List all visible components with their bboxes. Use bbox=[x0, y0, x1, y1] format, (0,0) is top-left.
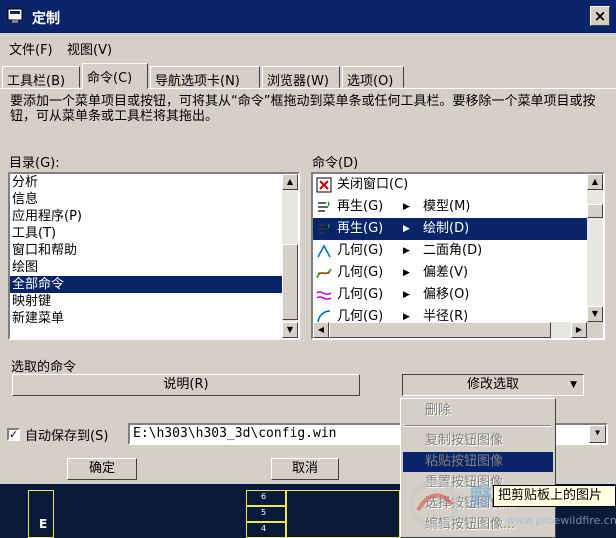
command-item[interactable]: 几何(G) ▶ 二面角(D) bbox=[313, 240, 603, 262]
scroll-corner bbox=[587, 322, 603, 338]
ok-button[interactable]: 确定 bbox=[67, 458, 137, 480]
category-item[interactable]: 应用程序(P) bbox=[10, 208, 298, 225]
modify-selection-label: 修改选取 bbox=[466, 377, 519, 392]
close-window-icon bbox=[316, 177, 332, 193]
command-label: 关闭窗口(C) bbox=[337, 177, 409, 192]
category-item[interactable]: 全部命令 bbox=[10, 276, 298, 293]
category-item[interactable]: 分析 bbox=[10, 174, 298, 191]
watermark-url: www.proewildfire.cn bbox=[506, 514, 616, 527]
submenu-arrow-icon: ▶ bbox=[403, 202, 410, 212]
command-item[interactable]: 再生(G) ▶ 模型(M) bbox=[313, 196, 603, 218]
submenu-arrow-icon: ▶ bbox=[403, 268, 410, 278]
instruction-text: 要添加一个菜单项目或按钮，可将其从“命令”框拖动到菜单条或任何工具栏。要移除一个… bbox=[10, 94, 596, 124]
watermark-logo-icon bbox=[409, 479, 459, 529]
title-bar[interactable]: 定制 × bbox=[0, 0, 616, 33]
menu-view[interactable]: 视图(V) bbox=[67, 39, 112, 58]
command-item[interactable]: 几何(G) ▶ 偏移(O) bbox=[313, 284, 603, 306]
commands-label: 命令(D) bbox=[312, 156, 359, 171]
categories-label: 目录(G): bbox=[9, 156, 60, 171]
tab-navigator[interactable]: 导航选项卡(N) bbox=[150, 66, 260, 89]
category-item[interactable]: 信息 bbox=[10, 191, 298, 208]
deviation-icon bbox=[316, 268, 332, 279]
category-item[interactable]: 窗口和帮助 bbox=[10, 242, 298, 259]
zone-letter: E bbox=[39, 517, 48, 531]
modify-selection-button[interactable]: 修改选取 ▼ bbox=[402, 374, 584, 396]
menu-file[interactable]: 文件(F) bbox=[9, 39, 53, 58]
commands-vscrollbar[interactable]: ▲ ▼ bbox=[587, 174, 603, 322]
scroll-down-icon[interactable]: ▼ bbox=[282, 322, 298, 338]
cancel-button[interactable]: 取消 bbox=[271, 458, 339, 480]
categories-list[interactable]: 分析 信息 应用程序(P) 工具(T) 窗口和帮助 绘图 全部命令 映射键 新建菜单 ▲ ▼ bbox=[8, 172, 300, 340]
regenerate-icon bbox=[318, 201, 330, 212]
categories-items: 分析 信息 应用程序(P) 工具(T) 窗口和帮助 绘图 全部命令 映射键 新建菜单 bbox=[10, 174, 298, 327]
describe-button[interactable]: 说明(R) bbox=[12, 374, 360, 396]
tooltip: 把剪贴板上的图片 bbox=[493, 485, 616, 507]
tab-options[interactable]: 选项(O) bbox=[342, 66, 404, 89]
drawing-zone: E bbox=[28, 490, 54, 538]
category-item[interactable]: 映射键 bbox=[10, 293, 298, 310]
scroll-left-icon[interactable]: ◀ bbox=[313, 322, 329, 338]
command-item[interactable]: 关闭窗口(C) bbox=[313, 174, 603, 196]
command-label: 再生(G) bbox=[337, 199, 384, 214]
checkmark-icon: ✓ bbox=[9, 428, 19, 441]
offset-icon bbox=[316, 291, 332, 300]
menu-copy-button-image[interactable]: 复制按钮图像 bbox=[403, 431, 553, 451]
tab-commands[interactable]: 命令(C) bbox=[82, 63, 148, 89]
dihedral-angle-icon bbox=[317, 244, 331, 258]
close-icon: × bbox=[593, 7, 607, 25]
tab-browser[interactable]: 浏览器(W) bbox=[262, 66, 340, 89]
category-item[interactable]: 工具(T) bbox=[10, 225, 298, 242]
dropdown-arrow-icon[interactable]: ▼ bbox=[589, 425, 606, 443]
drawing-cell: 6 bbox=[246, 490, 286, 506]
menu-paste-button-image[interactable]: 粘贴按钮图像 bbox=[403, 452, 553, 472]
submenu-arrow-icon: ▶ bbox=[403, 290, 410, 300]
drawing-cell: 5 bbox=[246, 506, 286, 522]
commands-list[interactable]: 关闭窗口(C) 再生(G) ▶ 模型(M) 再生(G) ▶ 绘制(D) 几何(G) ▶ 二面角(D… bbox=[311, 172, 605, 340]
command-sublabel: 模型(M) bbox=[423, 199, 471, 214]
commands-items: 关闭窗口(C) 再生(G) ▶ 模型(M) 再生(G) ▶ 绘制(D) 几何(G) ▶ 二面角(D… bbox=[313, 174, 603, 328]
drawing-cell bbox=[286, 490, 400, 538]
command-label: 几何(G) bbox=[337, 243, 384, 258]
submenu-arrow-icon: ▶ bbox=[403, 246, 410, 256]
close-button[interactable]: × bbox=[590, 6, 610, 26]
command-sublabel: 绘制(D) bbox=[423, 221, 470, 236]
scroll-thumb[interactable] bbox=[329, 322, 551, 338]
command-label: 几何(G) bbox=[337, 287, 384, 302]
command-item[interactable]: 再生(G) ▶ 绘制(D) bbox=[313, 218, 603, 240]
category-item[interactable]: 绘图 bbox=[10, 259, 298, 276]
menu-bar: 文件(F) 视图(V) bbox=[0, 34, 616, 60]
command-label: 再生(G) bbox=[337, 221, 384, 236]
scroll-right-icon[interactable]: ▶ bbox=[571, 322, 587, 338]
autosave-label: 自动保存到(S) bbox=[25, 429, 109, 444]
window-title: 定制 bbox=[32, 11, 60, 27]
commands-hscrollbar[interactable]: ◀ ▶ bbox=[313, 322, 587, 338]
scroll-up-icon[interactable]: ▲ bbox=[282, 174, 298, 190]
submenu-arrow-icon: ▶ bbox=[403, 224, 410, 234]
command-sublabel: 偏移(O) bbox=[423, 287, 470, 302]
scroll-thumb[interactable] bbox=[587, 204, 603, 218]
command-label: 几何(G) bbox=[337, 265, 384, 280]
command-sublabel: 偏差(V) bbox=[423, 265, 469, 280]
menu-delete[interactable]: 删除 bbox=[403, 401, 553, 421]
menu-separator bbox=[405, 425, 551, 427]
command-item[interactable]: 几何(G) ▶ 偏差(V) bbox=[313, 262, 603, 284]
tab-strip: 工具栏(B) 命令(C) 导航选项卡(N) 浏览器(W) 选项(O) bbox=[0, 62, 616, 89]
app-icon bbox=[7, 8, 23, 23]
scroll-thumb[interactable] bbox=[282, 244, 298, 320]
tab-toolbars[interactable]: 工具栏(B) bbox=[2, 66, 80, 89]
scroll-down-icon[interactable]: ▼ bbox=[587, 306, 603, 322]
dropdown-arrow-icon: ▼ bbox=[570, 380, 577, 390]
category-item[interactable]: 新建菜单 bbox=[10, 310, 298, 327]
autosave-path-value: E:\h303\h303_3d\config.win bbox=[133, 426, 337, 441]
categories-scrollbar[interactable]: ▲ ▼ bbox=[282, 174, 298, 338]
autosave-checkbox[interactable]: ✓ bbox=[7, 428, 20, 441]
drawing-cell: 4 bbox=[246, 522, 286, 538]
command-sublabel: 二面角(D) bbox=[423, 243, 483, 258]
selected-command-label: 选取的命令 bbox=[11, 360, 77, 375]
regenerate-icon bbox=[318, 223, 330, 234]
scroll-up-icon[interactable]: ▲ bbox=[587, 174, 603, 190]
